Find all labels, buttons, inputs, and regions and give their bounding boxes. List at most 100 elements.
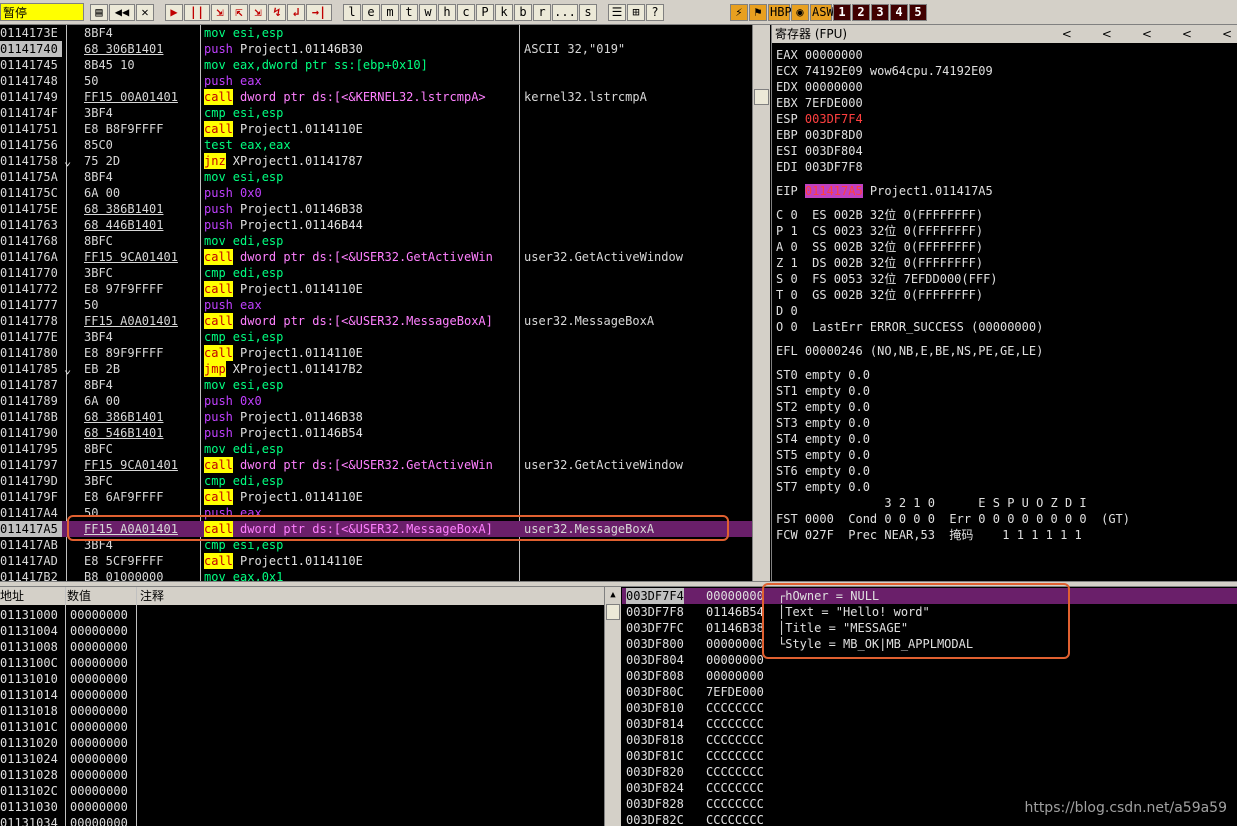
stack-row[interactable]: 003DF824 CCCCCCCC <box>622 780 1237 796</box>
toolbar-button[interactable]: →| <box>306 4 332 21</box>
toolbar-button[interactable]: ↲ <box>287 4 305 21</box>
toolbar-button[interactable]: || <box>184 4 210 21</box>
stack-row[interactable]: 003DF808 00000000 <box>622 668 1237 684</box>
dump-col-address[interactable]: 地址 <box>0 587 24 605</box>
toolbar-button[interactable]: 1 <box>833 4 851 21</box>
register-line[interactable]: EIP 011417A5 Project1.011417A5 <box>776 183 993 199</box>
register-line[interactable]: ST1 empty 0.0 <box>776 383 870 399</box>
register-line[interactable]: P 1 CS 0023 32位 0(FFFFFFFF) <box>776 223 983 239</box>
disasm-row[interactable]: 01141772 E8 97F9FFFF call Project1.0114110E <box>0 281 752 297</box>
left-arrow-icon[interactable]: < <box>1182 27 1192 41</box>
toolbar-button[interactable]: s <box>579 4 597 21</box>
disasm-row[interactable]: 01141740 68 306B1401 push Project1.01146B30… <box>0 41 752 57</box>
toolbar-button[interactable]: k <box>495 4 513 21</box>
toolbar-button[interactable]: ◀◀ <box>109 4 135 21</box>
disasm-row[interactable]: 01141797 FF15 9CA01401 call dword ptr ds:[<… <box>0 457 752 473</box>
disasm-row[interactable]: 01141778 FF15 A0A01401 call dword ptr ds:[<… <box>0 313 752 329</box>
toolbar-button[interactable]: ⇲ <box>249 4 267 21</box>
register-line[interactable]: FCW 027F Prec NEAR,53 掩码 1 1 1 1 1 1 <box>776 527 1082 543</box>
dump-col-value[interactable]: 数值 <box>67 587 91 605</box>
disasm-row[interactable]: 01141749 FF15 00A01401 call dword ptr ds:[<… <box>0 89 752 105</box>
register-line[interactable]: C 0 ES 002B 32位 0(FFFFFFFF) <box>776 207 983 223</box>
stack-row[interactable]: 003DF80C 7EFDE000 <box>622 684 1237 700</box>
cpu-disassembly-pane[interactable]: 0114173E 8BF4 mov esi,esp 01141740 68 306B140… <box>0 25 752 581</box>
register-line[interactable]: ST2 empty 0.0 <box>776 399 870 415</box>
register-line[interactable]: ECX 74192E09 wow64cpu.74192E09 <box>776 63 993 79</box>
disasm-row[interactable]: 0114175A 8BF4 mov esi,esp <box>0 169 752 185</box>
toolbar-button[interactable]: ⇲ <box>211 4 229 21</box>
registers-pane[interactable]: 寄存器 (FPU) < < < < < EAX 00000000 ECX 74192E09… <box>771 25 1237 581</box>
disasm-row[interactable]: 011417AD E8 5CF9FFFF call Project1.0114110E <box>0 553 752 569</box>
disasm-row[interactable]: 01141780 E8 89F9FFFF call Project1.0114110E <box>0 345 752 361</box>
disasm-row[interactable]: 01141751 E8 B8F9FFFF call Project1.0114110E <box>0 121 752 137</box>
disasm-row[interactable]: 01141795 8BFC mov edi,esp <box>0 441 752 457</box>
disasm-row[interactable]: 01141745 8B45 10 mov eax,dword ptr ss:[ebp+… <box>0 57 752 73</box>
disasm-row[interactable]: 011417B2 B8 01000000 mov eax,0x1 <box>0 569 752 581</box>
register-line[interactable]: FST 0000 Cond 0 0 0 0 Err 0 0 0 0 0 0 0 … <box>776 511 1130 527</box>
register-line[interactable]: ST0 empty 0.0 <box>776 367 870 383</box>
register-line[interactable]: EFL 00000246 (NO,NB,E,BE,NS,PE,GE,LE) <box>776 343 1043 359</box>
disasm-row[interactable]: 0114173E 8BF4 mov esi,esp <box>0 25 752 41</box>
stack-row[interactable]: 003DF814 CCCCCCCC <box>622 716 1237 732</box>
register-nav-arrows[interactable]: < < < < < <box>1032 25 1232 43</box>
stack-row[interactable]: 003DF81C CCCCCCCC <box>622 748 1237 764</box>
scroll-thumb[interactable] <box>606 604 620 620</box>
toolbar-button[interactable]: l <box>343 4 361 21</box>
toolbar-button[interactable]: ◉ <box>791 4 809 21</box>
toolbar-button[interactable]: P <box>476 4 494 21</box>
disasm-row[interactable]: 01141770 3BFC cmp edi,esp <box>0 265 752 281</box>
toolbar-button[interactable]: ↯ <box>268 4 286 21</box>
toolbar-button[interactable]: r <box>533 4 551 21</box>
disasm-row[interactable]: 01141787 8BF4 mov esi,esp <box>0 377 752 393</box>
register-line[interactable]: ESP 003DF7F4 <box>776 111 863 127</box>
left-arrow-icon[interactable]: < <box>1062 27 1072 41</box>
register-line[interactable]: T 0 GS 002B 32位 0(FFFFFFFF) <box>776 287 983 303</box>
toolbar-button[interactable]: t <box>400 4 418 21</box>
toolbar-button[interactable]: ASW <box>810 4 834 21</box>
register-line[interactable]: O 0 LastErr ERROR_SUCCESS (00000000) <box>776 319 1043 335</box>
register-line[interactable]: A 0 SS 002B 32位 0(FFFFFFFF) <box>776 239 983 255</box>
disasm-row[interactable]: 0114174F 3BF4 cmp esi,esp <box>0 105 752 121</box>
toolbar-button[interactable]: ⇱ <box>230 4 248 21</box>
disasm-row[interactable]: 0114178B 68 386B1401 push Project1.01146B38 <box>0 409 752 425</box>
disasm-row[interactable]: 01141748 50 push eax <box>0 73 752 89</box>
toolbar-button[interactable]: ▤ <box>90 4 108 21</box>
register-line[interactable]: EDI 003DF7F8 <box>776 159 863 175</box>
stack-row[interactable]: 003DF818 CCCCCCCC <box>622 732 1237 748</box>
register-line[interactable]: ESI 003DF804 <box>776 143 863 159</box>
stack-row[interactable]: 003DF810 CCCCCCCC <box>622 700 1237 716</box>
toolbar-button[interactable]: e <box>362 4 380 21</box>
scroll-thumb[interactable] <box>754 89 769 105</box>
registers-header[interactable]: 寄存器 (FPU) < < < < < <box>772 25 1237 43</box>
disasm-row[interactable]: 01141763 68 446B1401 push Project1.01146B44 <box>0 217 752 233</box>
toolbar-button[interactable]: ⚑ <box>749 4 767 21</box>
register-line[interactable]: EAX 00000000 <box>776 47 863 63</box>
cpu-scrollbar[interactable] <box>752 25 770 581</box>
register-line[interactable]: 3 2 1 0 E S P U O Z D I <box>776 495 1086 511</box>
memory-dump-pane[interactable]: 地址 数值 注释 01131000 00000000 01131004 0000000… <box>0 587 604 826</box>
disasm-row[interactable]: 0114179F E8 6AF9FFFF call Project1.0114110E <box>0 489 752 505</box>
toolbar-button[interactable]: w <box>419 4 437 21</box>
toolbar-button[interactable]: ✕ <box>136 4 154 21</box>
disasm-row[interactable]: 0114177E 3BF4 cmp esi,esp <box>0 329 752 345</box>
toolbar-button[interactable]: ... <box>552 4 578 21</box>
toolbar-button[interactable]: m <box>381 4 399 21</box>
register-line[interactable]: EBP 003DF8D0 <box>776 127 863 143</box>
disasm-row[interactable]: 0114176A FF15 9CA01401 call dword ptr ds:[<… <box>0 249 752 265</box>
register-line[interactable]: ST7 empty 0.0 <box>776 479 870 495</box>
toolbar-button[interactable]: c <box>457 4 475 21</box>
disasm-row[interactable]: 0114175E 68 386B1401 push Project1.01146B38 <box>0 201 752 217</box>
disasm-row[interactable]: 0114175C 6A 00 push 0x0 <box>0 185 752 201</box>
stack-row[interactable]: 003DF820 CCCCCCCC <box>622 764 1237 780</box>
register-line[interactable]: ST3 empty 0.0 <box>776 415 870 431</box>
disasm-row[interactable]: 01141756 85C0 test eax,eax <box>0 137 752 153</box>
disasm-row[interactable]: 01141758 ⌄ 75 2D jnz XProject1.01141787 <box>0 153 752 169</box>
toolbar-button[interactable]: 2 <box>852 4 870 21</box>
disasm-row[interactable]: 01141790 68 546B1401 push Project1.01146B54 <box>0 425 752 441</box>
register-line[interactable]: S 0 FS 0053 32位 7EFDD000(FFF) <box>776 271 998 287</box>
left-arrow-icon[interactable]: < <box>1102 27 1112 41</box>
register-line[interactable]: D 0 <box>776 303 798 319</box>
register-line[interactable]: ST4 empty 0.0 <box>776 431 870 447</box>
disasm-row[interactable]: 01141785 ⌄ EB 2B jmp XProject1.011417B2 <box>0 361 752 377</box>
dump-scrollbar[interactable]: ▲ <box>604 587 621 826</box>
